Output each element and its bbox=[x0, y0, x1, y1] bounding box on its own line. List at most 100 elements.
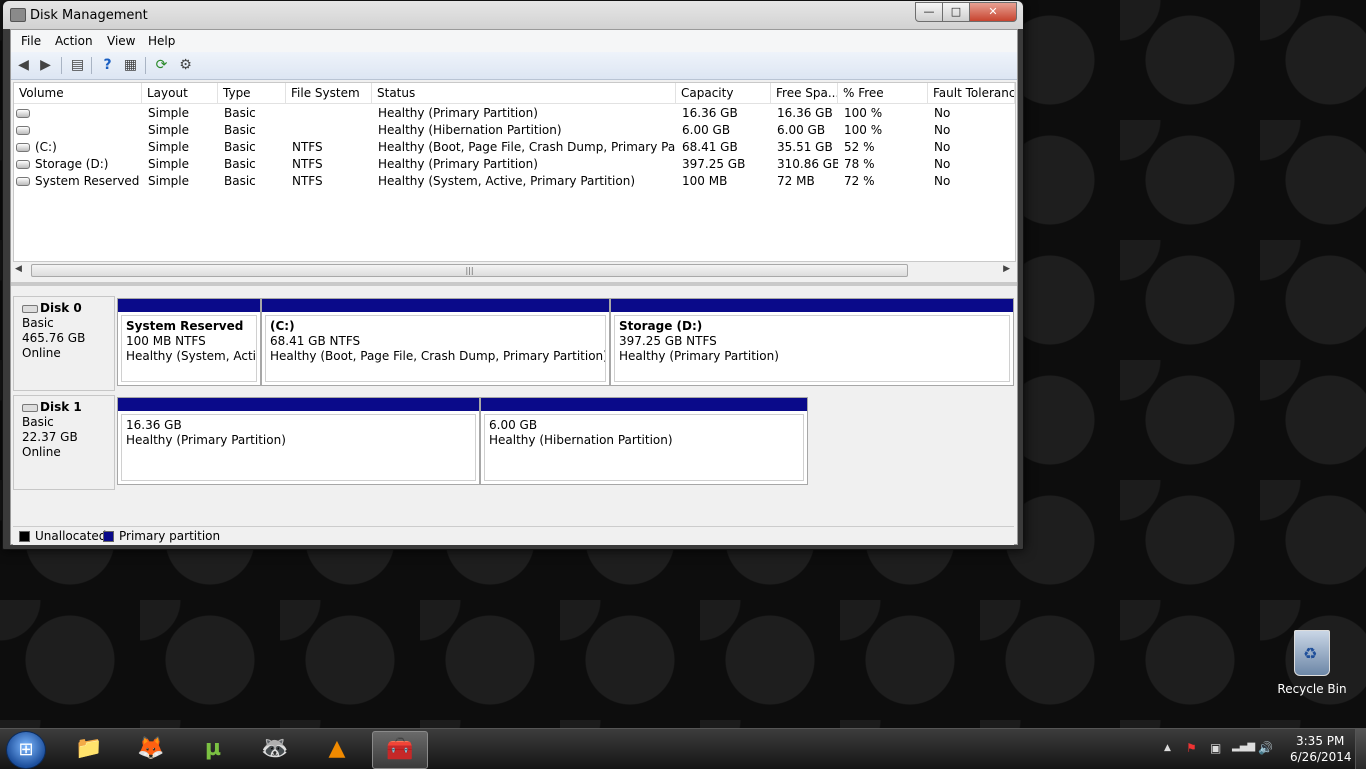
disk-0-label[interactable]: Disk 0 Basic 465.76 GB Online bbox=[13, 296, 115, 391]
cell-capacity: 6.00 GB bbox=[682, 123, 731, 137]
maximize-button[interactable]: □ bbox=[942, 2, 970, 22]
column-header-status[interactable]: Status bbox=[372, 83, 676, 103]
column-header-free[interactable]: Free Spa... bbox=[771, 83, 838, 103]
cell-fs bbox=[286, 105, 372, 122]
taskbar-explorer-icon[interactable]: 📁 bbox=[62, 731, 116, 767]
cell-pct: 100 % bbox=[844, 123, 883, 137]
disk-1-name: Disk 1 bbox=[40, 400, 82, 414]
taskbar-utorrent-icon[interactable]: µ bbox=[186, 731, 240, 767]
unallocated-swatch bbox=[19, 531, 30, 542]
cell-fs: NTFS bbox=[292, 140, 323, 154]
disk-icon bbox=[22, 304, 38, 313]
legend-unallocated: Unallocated bbox=[35, 529, 107, 543]
volume-icon bbox=[16, 109, 30, 118]
partition-status: Healthy (Hibernation Partition) bbox=[489, 433, 673, 447]
cell-pct: 100 % bbox=[844, 106, 883, 120]
partition-title: System Reserved bbox=[126, 319, 244, 333]
volume-list-header: Volume Layout Type File System Status Capacit… bbox=[14, 83, 1015, 104]
menu-action[interactable]: Action bbox=[55, 34, 93, 48]
disk-1-label[interactable]: Disk 1 Basic 22.37 GB Online bbox=[13, 395, 115, 490]
cell-fs: NTFS bbox=[292, 174, 323, 188]
horizontal-scrollbar[interactable]: ◀ ||| ▶ bbox=[13, 262, 1014, 279]
partition-system-reserved[interactable]: System Reserved 100 MB NTFS Healthy (Sys… bbox=[117, 298, 261, 386]
clock-date[interactable]: 6/26/2014 bbox=[1290, 750, 1352, 764]
console-tree-icon[interactable]: ▤ bbox=[69, 57, 86, 74]
action-center-flag-icon[interactable]: ⚑ bbox=[1186, 741, 1197, 755]
arrow-left-icon[interactable]: ◀ bbox=[15, 57, 32, 74]
menu-file[interactable]: File bbox=[21, 34, 41, 48]
settings-icon[interactable]: ⚙ bbox=[177, 57, 194, 74]
properties-icon[interactable]: ▦ bbox=[122, 57, 139, 74]
partition-disk1-hibernation[interactable]: 6.00 GB Healthy (Hibernation Partition) bbox=[480, 397, 808, 485]
start-button[interactable]: ⊞ bbox=[6, 731, 46, 769]
recycle-bin-icon bbox=[1294, 630, 1330, 676]
title-bar[interactable]: Disk Management — □ ✕ bbox=[3, 1, 1023, 29]
menu-help[interactable]: Help bbox=[148, 34, 175, 48]
scroll-left-icon[interactable]: ◀ bbox=[15, 264, 22, 274]
scroll-right-icon[interactable]: ▶ bbox=[1003, 264, 1010, 274]
toolbar: ◀ ▶ ▤ ? ▦ ⟳ ⚙ bbox=[11, 52, 1017, 80]
disk-1-size: 22.37 GB bbox=[22, 430, 78, 444]
show-hidden-icons-icon[interactable]: ▲ bbox=[1164, 743, 1171, 753]
volume-row[interactable]: System Reserved Simple Basic NTFS Healthy (S… bbox=[14, 173, 1015, 190]
column-header-fault[interactable]: Fault Tolerance bbox=[928, 83, 1015, 103]
cell-capacity: 397.25 GB bbox=[682, 157, 746, 171]
partition-size: 100 MB NTFS bbox=[126, 334, 206, 348]
disk-0-name: Disk 0 bbox=[40, 301, 82, 315]
minimize-button[interactable]: — bbox=[915, 2, 943, 22]
taskbar-foobar-icon[interactable]: 🦝 bbox=[248, 731, 302, 767]
column-header-type[interactable]: Type bbox=[218, 83, 286, 103]
column-header-capacity[interactable]: Capacity bbox=[676, 83, 771, 103]
volume-row[interactable]: Simple Basic Healthy (Primary Partition) 16… bbox=[14, 105, 1015, 122]
help-icon[interactable]: ? bbox=[99, 57, 116, 74]
refresh-icon[interactable]: ⟳ bbox=[153, 57, 170, 74]
primary-partition-swatch bbox=[103, 531, 114, 542]
partition-status: Healthy (System, Active, bbox=[126, 349, 257, 363]
partition-storage-d[interactable]: Storage (D:) 397.25 GB NTFS Healthy (Pri… bbox=[610, 298, 1014, 386]
cell-volume: System Reserved bbox=[14, 173, 142, 190]
network-signal-icon[interactable]: ▂▄▆ bbox=[1232, 741, 1255, 752]
taskbar-disk-management-icon[interactable]: 🧰 bbox=[372, 731, 428, 769]
volume-row[interactable]: Simple Basic Healthy (Hibernation Partitio… bbox=[14, 122, 1015, 139]
cell-pct: 52 % bbox=[844, 140, 875, 154]
volume-icon bbox=[16, 177, 30, 186]
clock-time[interactable]: 3:35 PM bbox=[1296, 734, 1344, 748]
device-icon[interactable]: ▣ bbox=[1210, 741, 1221, 755]
partition-size: 397.25 GB NTFS bbox=[619, 334, 717, 348]
pane-splitter[interactable] bbox=[11, 282, 1017, 286]
column-header-volume[interactable]: Volume bbox=[14, 83, 142, 103]
cell-fs bbox=[286, 122, 372, 139]
cell-capacity: 68.41 GB bbox=[682, 140, 738, 154]
cell-fault: No bbox=[934, 157, 951, 171]
cell-type: Basic bbox=[224, 174, 256, 188]
column-header-layout[interactable]: Layout bbox=[142, 83, 218, 103]
cell-volume: Storage (D:) bbox=[14, 156, 142, 173]
partition-c[interactable]: (C:) 68.41 GB NTFS Healthy (Boot, Page F… bbox=[261, 298, 610, 386]
column-header-fs[interactable]: File System bbox=[286, 83, 372, 103]
volume-icon[interactable]: 🔊 bbox=[1258, 741, 1273, 755]
cell-free: 35.51 GB bbox=[777, 140, 833, 154]
cell-pct: 72 % bbox=[844, 174, 875, 188]
taskbar-firefox-icon[interactable]: 🦊 bbox=[124, 731, 178, 767]
arrow-right-icon[interactable]: ▶ bbox=[37, 57, 54, 74]
show-desktop-button[interactable] bbox=[1355, 729, 1366, 769]
menu-bar: File Action View Help bbox=[11, 30, 1017, 52]
cell-layout: Simple bbox=[148, 174, 189, 188]
volume-row[interactable]: (C:) Simple Basic NTFS Healthy (Boot, Page F… bbox=[14, 139, 1015, 156]
close-button[interactable]: ✕ bbox=[969, 2, 1017, 22]
volume-icon bbox=[16, 143, 30, 152]
toolbar-separator bbox=[91, 57, 92, 74]
cell-fault: No bbox=[934, 123, 951, 137]
partition-disk1-primary[interactable]: 16.36 GB Healthy (Primary Partition) bbox=[117, 397, 480, 485]
cell-capacity: 100 MB bbox=[682, 174, 728, 188]
cell-type: Basic bbox=[224, 106, 256, 120]
taskbar-vlc-icon[interactable]: ▲ bbox=[310, 731, 364, 767]
recycle-bin-shortcut[interactable]: Recycle Bin bbox=[1276, 630, 1348, 696]
cell-fs: NTFS bbox=[292, 157, 323, 171]
column-header-pct[interactable]: % Free bbox=[838, 83, 928, 103]
scroll-thumb[interactable]: ||| bbox=[31, 264, 908, 277]
volume-name: (C:) bbox=[35, 140, 57, 154]
volume-row[interactable]: Storage (D:) Simple Basic NTFS Healthy (Prim… bbox=[14, 156, 1015, 173]
cell-type: Basic bbox=[224, 140, 256, 154]
menu-view[interactable]: View bbox=[107, 34, 135, 48]
